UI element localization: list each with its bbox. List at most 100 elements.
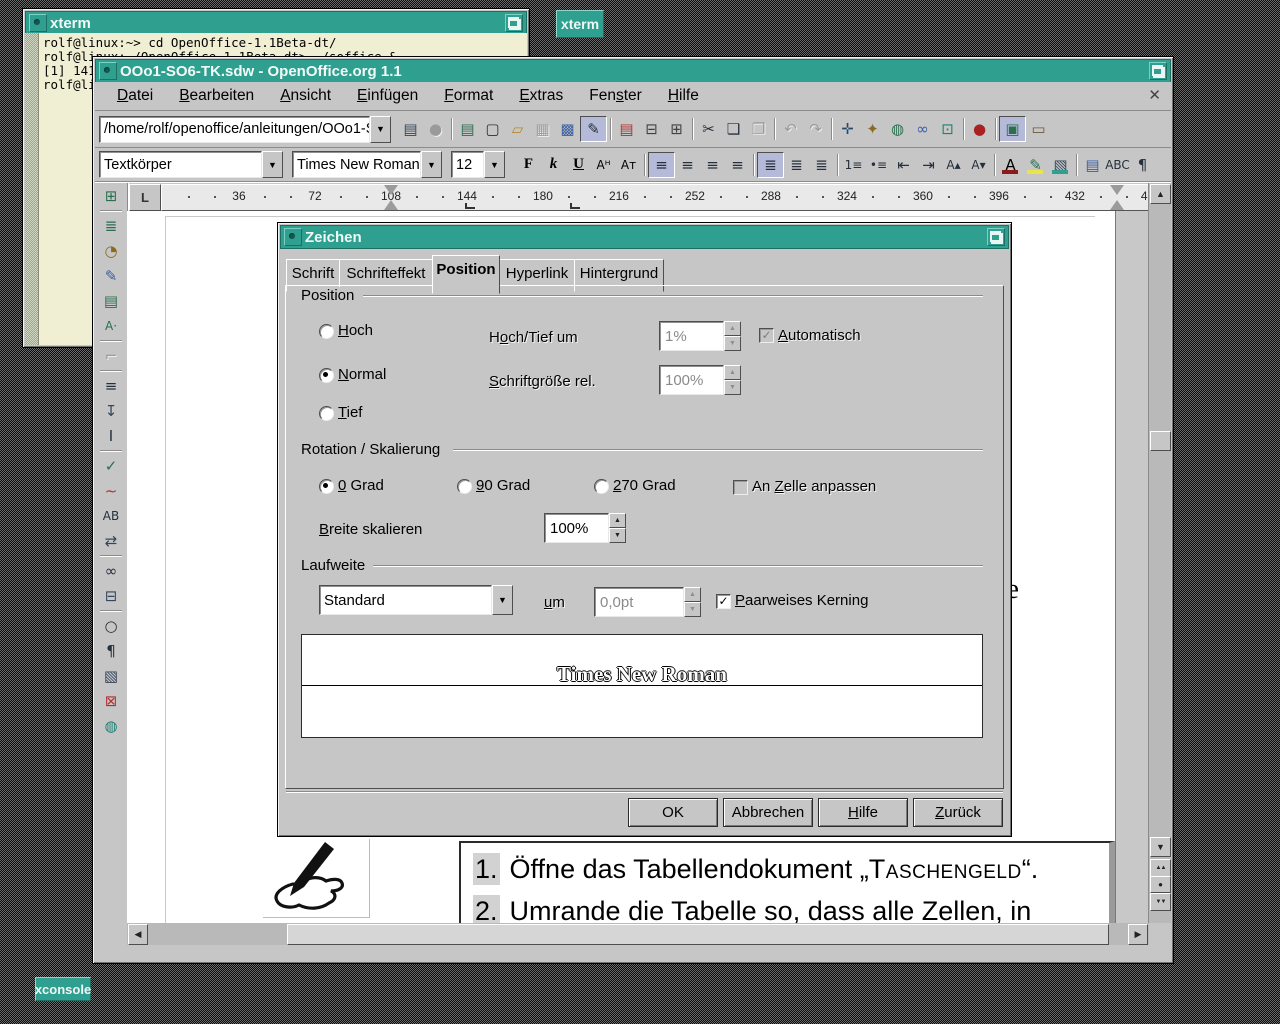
menu-extras[interactable]: Extras (509, 84, 573, 108)
insert-section-icon[interactable]: ≣ (99, 213, 124, 238)
spin-up-icon[interactable]: ▲ (609, 513, 626, 528)
vertical-scroll-thumb[interactable] (1150, 431, 1171, 451)
underline-icon[interactable]: U (566, 153, 591, 177)
radio-0-grad[interactable] (319, 479, 334, 494)
font-size-value[interactable]: 12 (451, 151, 484, 178)
text-cursor-icon[interactable]: I (99, 423, 124, 448)
maximize-icon[interactable] (987, 228, 1005, 246)
form-functions-icon[interactable]: ▤ (99, 288, 124, 313)
first-line-indent-marker[interactable] (383, 200, 398, 210)
menu-hilfe[interactable]: Hilfe (658, 84, 709, 108)
record-macro-icon[interactable]: ● (967, 117, 992, 141)
chevron-down-icon[interactable]: ▼ (484, 151, 505, 178)
zoom-icon[interactable]: ○ (99, 613, 124, 638)
window-menu-icon[interactable] (99, 62, 117, 80)
insert-object-icon[interactable]: ◔ (99, 238, 124, 263)
xconsole-minimized-icon[interactable]: xconsole (35, 977, 91, 1001)
navigator-icon[interactable]: ✛ (835, 117, 860, 141)
paarweises-kerning-checkbox[interactable] (716, 594, 731, 609)
radio-270-grad-label[interactable]: 270 Grad (613, 477, 676, 494)
online-layout-icon[interactable]: ⊠ (99, 688, 124, 713)
font-color-icon[interactable]: A (998, 153, 1023, 177)
graphics-on-off-icon[interactable]: ▧ (99, 663, 124, 688)
align-center-icon[interactable]: ≡ (675, 153, 700, 177)
export-pdf-icon[interactable]: ▤ (614, 117, 639, 141)
decrease-indent-icon[interactable]: ⇤ (891, 153, 916, 177)
paragraph-style-value[interactable]: Textkörper (99, 151, 262, 178)
chevron-down-icon[interactable]: ▼ (492, 585, 513, 615)
stylist-icon[interactable]: ✦ (860, 117, 885, 141)
tab-stop-marker[interactable] (464, 203, 475, 209)
scroll-down-icon[interactable]: ▼ (1150, 837, 1171, 857)
maximize-icon[interactable] (1149, 62, 1167, 80)
align-right-icon[interactable]: ≡ (700, 153, 725, 177)
data-sources-icon[interactable]: ⊟ (99, 583, 124, 608)
page-preview-icon[interactable]: ⊞ (664, 117, 689, 141)
text-document-icon[interactable]: ▤ (1080, 153, 1105, 177)
font-name-combobox[interactable]: Times New Roman ▼ (292, 151, 442, 178)
radio-0-grad-label[interactable]: 0 Grad (338, 477, 384, 494)
url-combobox[interactable]: /home/rolf/openoffice/anleitungen/OOo1-S… (99, 115, 391, 143)
new-document-icon[interactable]: ▢ (480, 117, 505, 141)
horizontal-scrollbar[interactable]: ◀ ▶ (127, 923, 1149, 945)
font-size-combobox[interactable]: 12 ▼ (451, 151, 505, 178)
scroll-left-icon[interactable]: ◀ (128, 924, 148, 945)
find-replace-icon[interactable]: AB (99, 503, 124, 528)
paragraph-background-icon[interactable]: ▧ (1048, 153, 1073, 177)
ok-button[interactable]: OK (628, 798, 718, 827)
url-input[interactable]: /home/rolf/openoffice/anleitungen/OOo1-S… (99, 115, 370, 143)
menu-datei[interactable]: Datei (107, 84, 163, 108)
breite-skalieren-spinner[interactable]: 100% ▲ ▼ (544, 513, 626, 543)
increase-indent-icon[interactable]: ⇥ (916, 153, 941, 177)
menu-ansicht[interactable]: Ansicht (270, 84, 341, 108)
chevron-down-icon[interactable]: ▼ (262, 151, 283, 178)
insert-bookmark-icon[interactable]: ↧ (99, 398, 124, 423)
menu-format[interactable]: Format (434, 84, 503, 108)
gallery-icon[interactable]: ⊡ (935, 117, 960, 141)
subscript-icon[interactable]: Aᴛ (616, 153, 641, 177)
breite-skalieren-value[interactable]: 100% (544, 513, 609, 543)
scroll-right-icon[interactable]: ▶ (1128, 924, 1148, 945)
right-indent-marker[interactable] (1110, 200, 1125, 210)
draw-functions-icon[interactable]: ✎ (99, 263, 124, 288)
dialog-titlebar[interactable]: Zeichen (280, 225, 1009, 249)
hyperlink-bar-icon[interactable]: ◍ (99, 713, 124, 738)
scroll-up-icon[interactable]: ▲ (1150, 184, 1171, 204)
hyperlink-dialog-icon[interactable]: ◍ (885, 117, 910, 141)
radio-90-grad[interactable] (457, 479, 472, 494)
navigation-icon[interactable]: ● (1150, 876, 1171, 893)
cut-icon[interactable]: ✂ (696, 117, 721, 141)
xterm-scrollbar[interactable] (25, 33, 39, 345)
menu-einfgen[interactable]: Einfügen (347, 84, 428, 108)
xterm-titlebar[interactable]: xterm (25, 11, 527, 35)
auto-spellcheck-icon[interactable]: ∼ (99, 478, 124, 503)
previous-page-icon[interactable]: ▲▲ (1150, 859, 1171, 877)
insert-table-icon[interactable]: ⊞ (99, 183, 124, 208)
paragraph-style-combobox[interactable]: Textkörper ▼ (99, 151, 283, 178)
font-size-up-icon[interactable]: A▴ (941, 153, 966, 177)
app-titlebar[interactable]: OOo1-SO6-TK.sdw - OpenOffice.org 1.1 (95, 59, 1171, 83)
italic-icon[interactable]: k (541, 153, 566, 177)
chevron-down-icon[interactable]: ▼ (421, 151, 442, 178)
bold-icon[interactable]: F (516, 153, 541, 177)
font-name-value[interactable]: Times New Roman (292, 151, 421, 178)
font-size-down-icon[interactable]: A▾ (966, 153, 991, 177)
insert-fields-icon[interactable]: A· (99, 313, 124, 338)
align-left-icon[interactable]: ≡ (648, 151, 675, 178)
close-document-icon[interactable]: ✕ (1148, 86, 1161, 104)
radio-normal-label[interactable]: Normal (338, 366, 386, 383)
thesaurus-icon[interactable]: ⇄ (99, 528, 124, 553)
load-url-icon[interactable]: ▤ (398, 117, 423, 141)
search-on-off-icon[interactable]: ∞ (99, 558, 124, 583)
open-document-icon[interactable]: ▱ (505, 117, 530, 141)
highlighting-icon[interactable]: ✎ (1023, 153, 1048, 177)
spin-down-icon[interactable]: ▼ (609, 528, 626, 543)
radio-hoch[interactable] (319, 324, 334, 339)
tab-stop-marker[interactable] (570, 203, 581, 209)
chevron-down-icon[interactable]: ▼ (370, 115, 391, 143)
radio-hoch-label[interactable]: Hoch (338, 322, 373, 339)
xterm-minimized-icon[interactable]: xterm (556, 10, 604, 38)
save-as-icon[interactable]: ▩ (555, 117, 580, 141)
radio-270-grad[interactable] (594, 479, 609, 494)
paarweises-kerning-label[interactable]: Paarweises Kerning (735, 592, 868, 609)
